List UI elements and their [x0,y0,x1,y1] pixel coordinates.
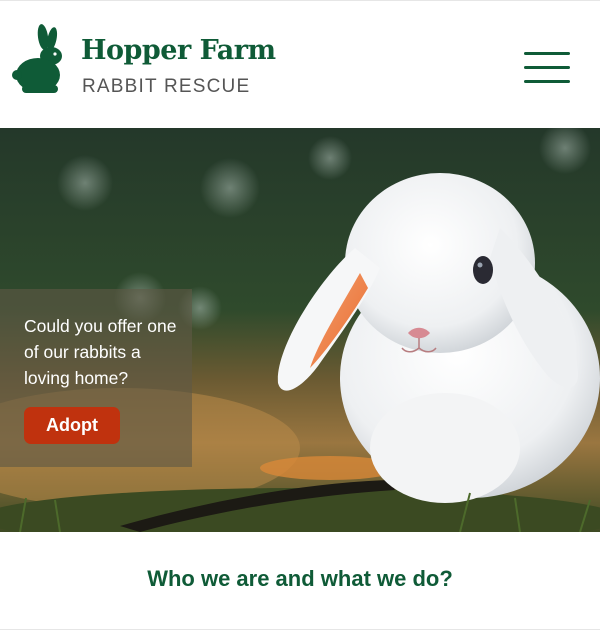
hero-text: Could you offer one of our rabbits a lov… [24,316,177,388]
rabbit-icon[interactable] [12,23,70,95]
brand-tagline: RABBIT RESCUE [82,76,251,97]
brand-name[interactable]: Hopper Farm [81,35,276,66]
hamburger-menu-button[interactable] [522,49,572,89]
hero-card: Could you offer one of our rabbits a lov… [0,289,192,467]
site-header: Hopper Farm RABBIT RESCUE [0,0,600,128]
about-section: Who we are and what we do? [0,532,600,630]
menu-bar [524,80,570,83]
about-heading: Who we are and what we do? [147,566,453,591]
menu-bar [524,66,570,69]
adopt-button[interactable]: Adopt [24,407,120,444]
menu-bar [524,52,570,55]
hero-banner: Could you offer one of our rabbits a lov… [0,128,600,532]
